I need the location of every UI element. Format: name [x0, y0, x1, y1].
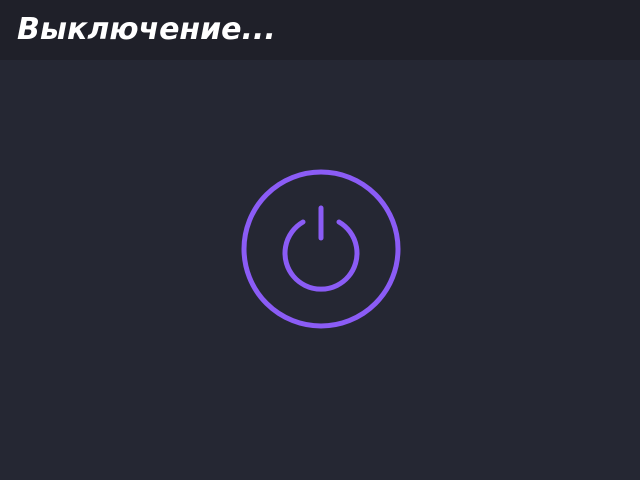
power-icon [241, 169, 401, 329]
shutdown-screen: Выключение... [0, 0, 640, 480]
power-icon-outer-ring [241, 169, 401, 329]
title-bar: Выключение... [0, 0, 640, 60]
power-indicator [240, 168, 402, 330]
status-title: Выключение... [17, 12, 276, 47]
